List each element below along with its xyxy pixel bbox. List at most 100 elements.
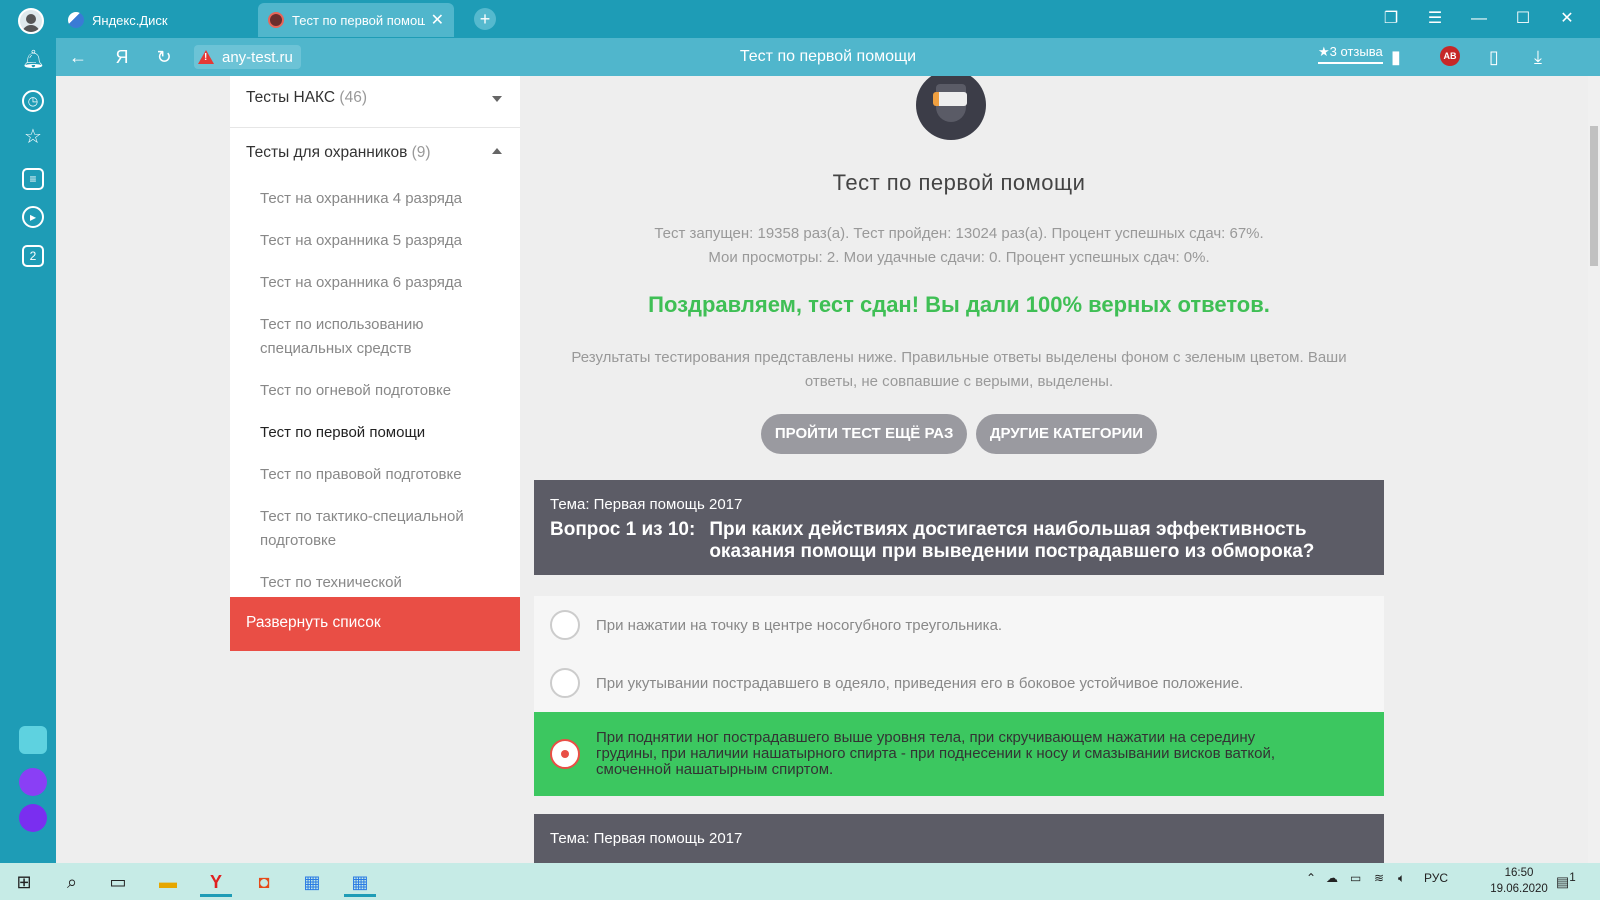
category-label: Тесты НАКС <box>246 89 336 106</box>
answer-option[interactable]: При укутывании пострадавшего в одеяло, п… <box>534 654 1384 712</box>
subcategory-item[interactable]: Тест на охранника 5 разряда <box>230 220 520 262</box>
search-icon[interactable]: ⌕ <box>56 867 88 897</box>
results-note: Результаты тестирования представлены ниж… <box>571 349 1347 390</box>
history-clock-icon[interactable]: ◷ <box>22 90 44 112</box>
url-field[interactable]: any-test.ru <box>194 45 301 69</box>
app-icon[interactable]: ▦ <box>344 867 376 897</box>
radio-button[interactable] <box>550 610 580 640</box>
adblock-icon[interactable]: AB <box>1440 46 1460 66</box>
test-stats: Тест запущен: 19358 раз(а). Тест пройден… <box>534 222 1384 270</box>
chevron-down-icon[interactable] <box>492 96 502 102</box>
collections-icon[interactable]: ≡ <box>22 168 44 190</box>
play-icon[interactable]: ▸ <box>22 206 44 228</box>
question-text: При каких действиях достигается наибольш… <box>709 519 1315 562</box>
congrats-message: Поздравляем, тест сдан! Вы дали 100% вер… <box>648 292 1270 317</box>
profile-avatar[interactable] <box>18 8 44 34</box>
file-explorer-icon[interactable]: ▬ <box>152 867 184 897</box>
onedrive-icon[interactable]: ☁ <box>1326 871 1338 885</box>
yandex-logo-icon[interactable]: Я <box>108 44 136 70</box>
clock-time: 16:50 <box>1504 867 1534 879</box>
wifi-icon[interactable]: ≋ <box>1374 871 1384 885</box>
question-topic: Тема: Первая помощь 2017 <box>550 830 743 847</box>
other-categories-button[interactable]: ДРУГИЕ КАТЕГОРИИ <box>975 414 1158 454</box>
insecure-warning-icon[interactable] <box>198 50 214 64</box>
url-text: any-test.ru <box>222 48 293 66</box>
answer-text: При укутывании пострадавшего в одеяло, п… <box>596 674 1244 692</box>
tab-first-aid-test[interactable]: Тест по первой помощи ✕ <box>258 3 454 37</box>
bookmark-icon[interactable]: ▮ <box>1382 44 1410 70</box>
subcategory-item[interactable]: Тест по правовой подготовке <box>230 454 520 496</box>
radio-button[interactable] <box>550 668 580 698</box>
bell-icon[interactable]: 🔔︎ <box>22 50 45 72</box>
answer-text: При нажатии на точку в центре носогубног… <box>596 616 1003 634</box>
subcategory-item[interactable]: Тест по тактико-специальной подготовке <box>230 496 520 562</box>
assistant-icon[interactable] <box>19 804 47 832</box>
subcategory-item[interactable]: Тест на охранника 6 разряда <box>230 262 520 304</box>
reload-icon[interactable]: ↻ <box>150 44 178 70</box>
page-scrollbar[interactable] <box>1588 76 1600 863</box>
answer-option[interactable]: При нажатии на точку в центре носогубног… <box>534 596 1384 654</box>
chevron-up-icon[interactable] <box>492 148 502 154</box>
category-guards[interactable]: Тесты для охранников (9) <box>230 128 520 178</box>
retry-test-button[interactable]: ПРОЙТИ ТЕСТ ЕЩЁ РАЗ <box>760 414 968 454</box>
chevron-up-icon[interactable]: ⌃ <box>1306 871 1316 885</box>
reader-mode-icon[interactable]: ▯ <box>1480 44 1508 70</box>
close-window-button[interactable]: ✕ <box>1552 6 1582 32</box>
volume-icon[interactable]: 🔈︎ <box>1398 871 1405 886</box>
expand-list-button[interactable]: Развернуть список <box>230 597 520 651</box>
stats-line: Мои просмотры: 2. Мои удачные сдачи: 0. … <box>708 249 1210 266</box>
category-count: (46) <box>339 89 367 106</box>
action-buttons: ПРОЙТИ ТЕСТ ЕЩЁ РАЗ ДРУГИЕ КАТЕГОРИИ <box>534 414 1384 454</box>
stats-line: Тест запущен: 19358 раз(а). Тест пройден… <box>654 225 1264 242</box>
notifications-icon[interactable]: ▤1 <box>1556 871 1576 891</box>
subcategory-item[interactable]: Тест по использованию специальных средст… <box>230 304 520 370</box>
answer-option-correct[interactable]: При поднятии ног пострадавшего выше уров… <box>534 712 1384 796</box>
tab-manager-icon[interactable]: ❐ <box>1376 6 1406 32</box>
windows-taskbar: ⊞ ⌕ ▭ ▬ Y ◘ ▦ ▦ ⌃ ☁ ▭ ≋ 🔈︎ РУС 16:50 19.… <box>0 863 1600 900</box>
office-icon[interactable]: ◘ <box>248 867 280 897</box>
next-question-card: Тема: Первая помощь 2017 <box>534 814 1384 863</box>
app-icon[interactable]: ▦ <box>296 867 328 897</box>
clock[interactable]: 16:50 19.06.2020 <box>1484 865 1554 897</box>
scrollbar-thumb[interactable] <box>1590 126 1598 266</box>
camera-icon <box>933 92 967 106</box>
answer-list: При нажатии на точку в центре носогубног… <box>534 596 1384 796</box>
subcategory-item[interactable]: Тест на охранника 4 разряда <box>230 178 520 220</box>
yandex-disk-favicon-icon <box>68 12 84 28</box>
tab-strip: Яндекс.Диск Тест по первой помощи ✕ + ❐ … <box>0 0 1600 38</box>
web-page: Тесты НАКС (46) Тесты для охранников (9)… <box>56 76 1588 863</box>
address-bar: Тест по первой помощи ← Я ↻ any-test.ru … <box>56 38 1600 76</box>
tab-label: Яндекс.Диск <box>92 12 168 28</box>
task-view-icon[interactable]: ▭ <box>102 867 134 897</box>
menu-icon[interactable]: ☰ <box>1420 6 1450 32</box>
clock-date: 19.06.2020 <box>1490 883 1548 895</box>
windows-start-icon[interactable]: ⊞ <box>8 867 40 897</box>
battery-icon[interactable]: ▭ <box>1350 871 1361 885</box>
subcategory-item-current[interactable]: Тест по первой помощи <box>230 412 520 454</box>
answer-text: При поднятии ног пострадавшего выше уров… <box>596 729 1276 778</box>
reviews-link[interactable]: ★3 отзыва <box>1318 44 1383 64</box>
close-tab-icon[interactable]: ✕ <box>431 10 444 30</box>
send-app-icon[interactable] <box>19 726 47 754</box>
notification-count: 1 <box>1569 871 1576 884</box>
category-naks[interactable]: Тесты НАКС (46) <box>230 76 520 128</box>
subcategory-item[interactable]: Тест по огневой подготовке <box>230 370 520 412</box>
star-icon[interactable]: ☆ <box>22 127 44 150</box>
browser-sidebar: 🔔︎ ◷ ☆ ≡ ▸ 2 <box>10 38 56 863</box>
download-icon[interactable]: ⤓ <box>1524 44 1552 70</box>
back-arrow-icon[interactable]: ← <box>64 44 92 70</box>
question-card: Тема: Первая помощь 2017 Вопрос 1 из 10:… <box>534 480 1384 575</box>
question-topic: Тема: Первая помощь 2017 <box>550 496 743 513</box>
minimize-button[interactable]: — <box>1464 6 1494 32</box>
category-count: (9) <box>411 144 431 161</box>
subcategory-item[interactable]: Тест по технической <box>230 562 520 597</box>
question-number: Вопрос 1 из 10: <box>550 519 696 540</box>
tab-yandex-disk[interactable]: Яндекс.Диск <box>58 3 254 37</box>
new-tab-button[interactable]: + <box>474 8 496 30</box>
maximize-button[interactable]: ☐ <box>1508 6 1538 32</box>
tabs-count-icon[interactable]: 2 <box>22 245 44 267</box>
language-indicator[interactable]: РУС <box>1424 871 1448 885</box>
radio-button-selected[interactable] <box>550 739 580 769</box>
yandex-browser-icon[interactable]: Y <box>200 867 232 897</box>
alice-app-icon[interactable] <box>19 768 47 796</box>
